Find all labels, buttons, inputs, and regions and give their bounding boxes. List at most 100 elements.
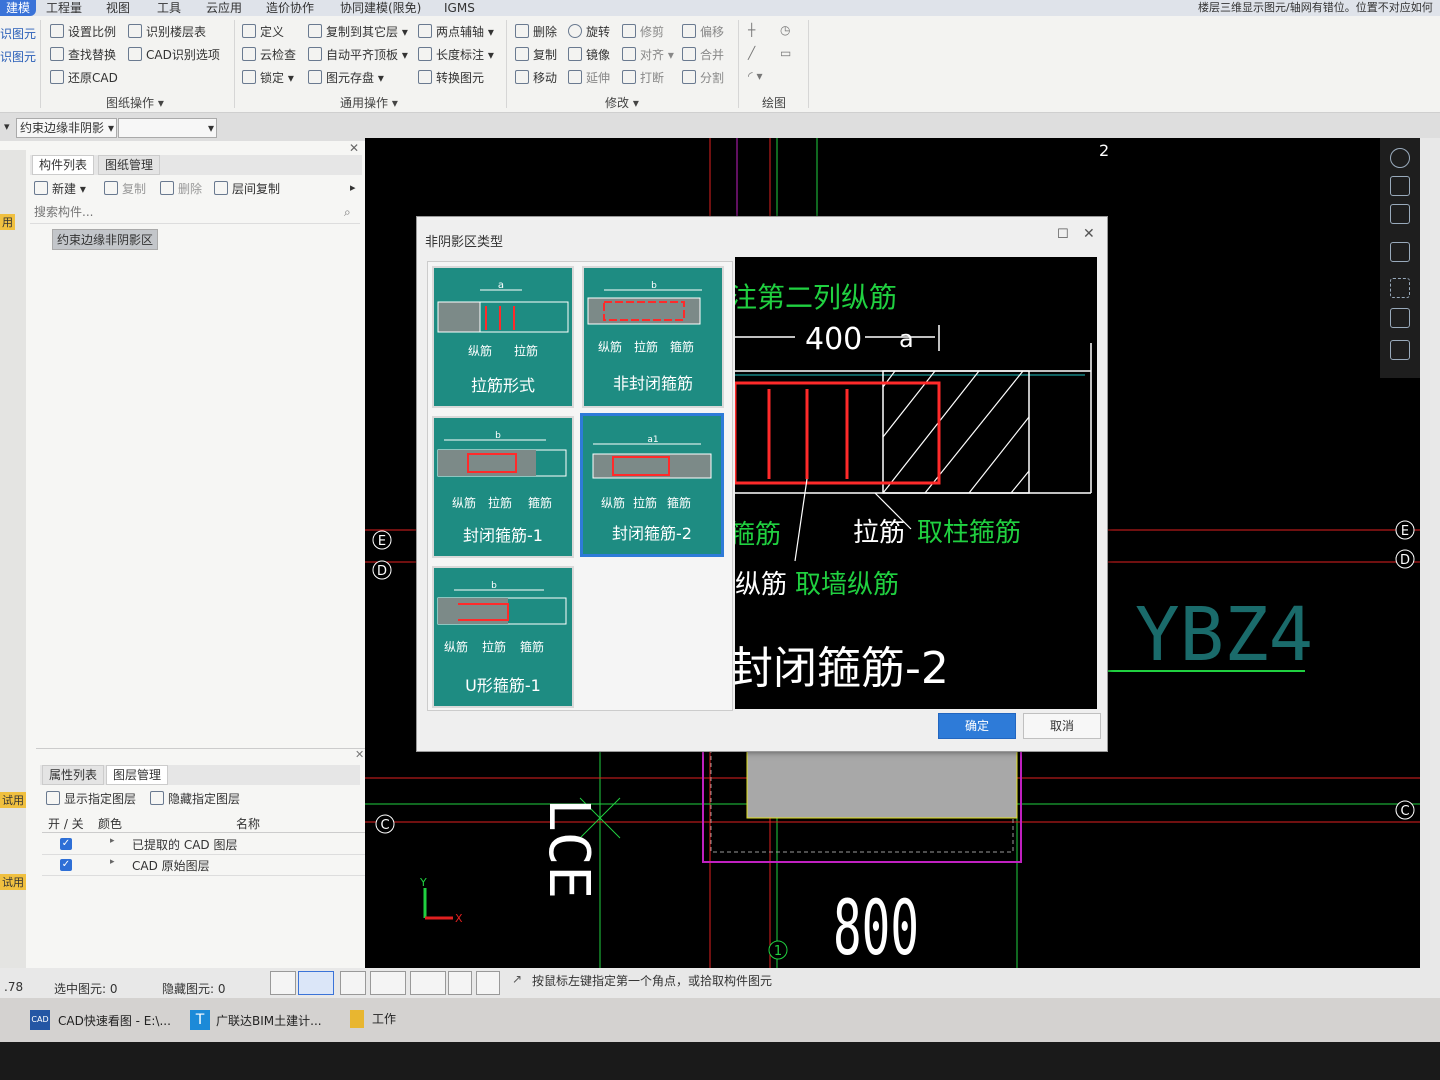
option-u-stirrup-1[interactable]: b 纵筋 拉筋 箍筋 U形箍筋-1	[432, 566, 574, 708]
angle-toggle[interactable]	[370, 971, 406, 995]
ortho-toggle[interactable]	[270, 971, 296, 995]
save-elements-button[interactable]: 图元存盘 ▾	[308, 70, 384, 86]
copy-component-button[interactable]: 复制	[104, 181, 146, 197]
tab-igms[interactable]: IGMS	[444, 0, 475, 16]
length-dimension-button[interactable]: 长度标注 ▾	[418, 47, 494, 63]
show-layer-button[interactable]: 显示指定图层	[46, 791, 136, 807]
auto-align-roof-button[interactable]: 自动平齐顶板 ▾	[308, 47, 408, 63]
fit-view-icon[interactable]	[1390, 278, 1410, 298]
tab-layer-management[interactable]: 图层管理	[106, 765, 169, 785]
layer-toggle-icon[interactable]	[1390, 308, 1410, 328]
close-icon[interactable]: ✕	[355, 748, 364, 761]
draw-rect-button[interactable]: ▭	[780, 45, 791, 61]
close-icon[interactable]: ✕	[349, 141, 359, 155]
search-icon[interactable]: ⌕	[344, 205, 351, 220]
cross-toggle[interactable]	[340, 971, 366, 995]
draw-circle-button[interactable]: ◷	[780, 22, 790, 38]
define-button[interactable]: 定义	[242, 24, 284, 40]
draw-line-button[interactable]: ╱	[748, 45, 755, 61]
strip-label[interactable]: 用	[0, 214, 15, 230]
tab-property-list[interactable]: 属性列表	[42, 765, 105, 785]
cloud-check-button[interactable]: 云检查	[242, 47, 296, 63]
extend-button[interactable]: 延伸	[568, 70, 610, 86]
ribbon-cut-label-2[interactable]: 识图元	[0, 49, 36, 65]
set-scale-button[interactable]: 设置比例	[50, 24, 116, 40]
element-type-select[interactable]: 约束边缘非阴影 ▾	[16, 118, 117, 138]
arc-toggle[interactable]	[476, 971, 500, 995]
more-icon[interactable]: ▸	[350, 181, 356, 194]
hide-layer-button[interactable]: 隐藏指定图层	[150, 791, 240, 807]
cube-icon[interactable]	[1390, 204, 1410, 224]
dynamic-input-toggle[interactable]	[410, 971, 446, 995]
strip-label[interactable]: 试用	[0, 874, 26, 890]
convert-elements-button[interactable]: 转换图元	[418, 70, 484, 86]
split-button[interactable]: 分割	[682, 70, 724, 86]
align-button[interactable]: 对齐 ▾	[622, 47, 674, 63]
tab-cloud[interactable]: 云应用	[206, 0, 242, 16]
draw-arc-button[interactable]: ◜ ▾	[748, 68, 762, 84]
3d-view-icon[interactable]	[1390, 176, 1410, 196]
tab-drawing-management[interactable]: 图纸管理	[98, 155, 161, 175]
delete-button[interactable]: 删除	[515, 24, 557, 40]
tab-component-list[interactable]: 构件列表	[32, 155, 95, 175]
new-component-button[interactable]: 新建 ▾	[34, 181, 86, 197]
taskbar-item-glodon[interactable]: 广联达BIM土建计...	[216, 1012, 322, 1029]
taskbar-item-cad-viewer[interactable]: CAD快速看图 - E:\...	[58, 1012, 171, 1029]
find-replace-button[interactable]: 查找替换	[50, 47, 116, 63]
break-button[interactable]: 打断	[622, 70, 664, 86]
draw-point-button[interactable]: ┼	[748, 22, 755, 38]
layer-checkbox[interactable]: ✓	[60, 859, 72, 871]
trim-button[interactable]: 修剪	[622, 24, 664, 40]
list-item[interactable]: 约束边缘非阴影区	[52, 229, 159, 250]
merge-button[interactable]: 合并	[682, 47, 724, 63]
taskbar-item-work[interactable]: 工作	[372, 1010, 396, 1027]
solid-cube-icon[interactable]	[1390, 242, 1410, 262]
tab-view[interactable]: 视图	[106, 0, 130, 16]
ok-button[interactable]: 确定	[938, 713, 1016, 739]
orbit-icon[interactable]	[1390, 148, 1410, 168]
maximize-icon[interactable]: ☐	[1057, 227, 1069, 242]
table-row[interactable]: ✓ ▸ CAD 原始图层	[42, 855, 368, 876]
two-point-axis-button[interactable]: 两点辅轴 ▾	[418, 24, 494, 40]
identify-floor-table-button[interactable]: 识别楼层表	[128, 24, 206, 40]
tab-quantity[interactable]: 工程量	[46, 0, 82, 16]
snap-toggle[interactable]	[298, 971, 334, 995]
mirror-button[interactable]: 镜像	[568, 47, 610, 63]
move-button[interactable]: 移动	[515, 70, 557, 86]
notes-icon[interactable]	[1390, 340, 1410, 360]
copy-between-floors-button[interactable]: 层间复制	[214, 181, 280, 197]
ribbon-cut-label-1[interactable]: 识图元	[0, 26, 36, 42]
status-notice[interactable]: 楼层三维显示图元/轴网有错位。位置不对应如何	[1198, 0, 1433, 16]
cancel-button[interactable]: 取消	[1023, 713, 1101, 739]
option-open-stirrup[interactable]: b 纵筋 拉筋 箍筋 非封闭箍筋	[582, 266, 724, 408]
delete-component-button[interactable]: 删除	[160, 181, 202, 197]
lock-button[interactable]: 锁定 ▾	[242, 70, 294, 86]
offset-button[interactable]: 偏移	[682, 24, 724, 40]
copy-button[interactable]: 复制	[515, 47, 557, 63]
close-icon[interactable]: ✕	[1083, 226, 1095, 242]
option-tie-form[interactable]: a 纵筋 拉筋 拉筋形式	[432, 266, 574, 408]
element-name-select[interactable]: ▾	[118, 118, 217, 138]
copy-to-other-floor-button[interactable]: 复制到其它层 ▾	[308, 24, 408, 40]
tab-collab-model[interactable]: 协同建模(限免)	[340, 0, 421, 16]
table-row[interactable]: ✓ ▸ 已提取的 CAD 图层	[42, 834, 368, 855]
grid-toggle[interactable]	[448, 971, 472, 995]
tab-cost-collab[interactable]: 造价协作	[266, 0, 314, 16]
strip-label[interactable]: 试用	[0, 792, 26, 808]
layer-checkbox[interactable]: ✓	[60, 838, 72, 850]
group-modify[interactable]: 修改 ▾	[605, 94, 639, 111]
cad-options-button[interactable]: CAD识别选项	[128, 47, 220, 63]
chevron-down-icon[interactable]: ▾	[4, 120, 10, 133]
component-search-input[interactable]	[30, 203, 338, 221]
tab-build[interactable]: 建模	[0, 0, 37, 16]
tab-tools[interactable]: 工具	[157, 0, 181, 16]
option-closed-stirrup-1[interactable]: b 纵筋 拉筋 箍筋 封闭箍筋-1	[432, 416, 574, 558]
chevron-right-icon[interactable]: ▸	[110, 857, 115, 867]
group-general-ops[interactable]: 通用操作 ▾	[340, 94, 398, 111]
component-search-box[interactable]: ⌕	[30, 203, 360, 224]
group-drawing-ops[interactable]: 图纸操作 ▾	[106, 94, 164, 111]
restore-cad-button[interactable]: 还原CAD	[50, 70, 118, 86]
chevron-right-icon[interactable]: ▸	[110, 836, 115, 846]
rotate-button[interactable]: 旋转	[568, 24, 610, 40]
option-closed-stirrup-2[interactable]: a1 纵筋 拉筋 箍筋 封闭箍筋-2	[580, 413, 724, 557]
